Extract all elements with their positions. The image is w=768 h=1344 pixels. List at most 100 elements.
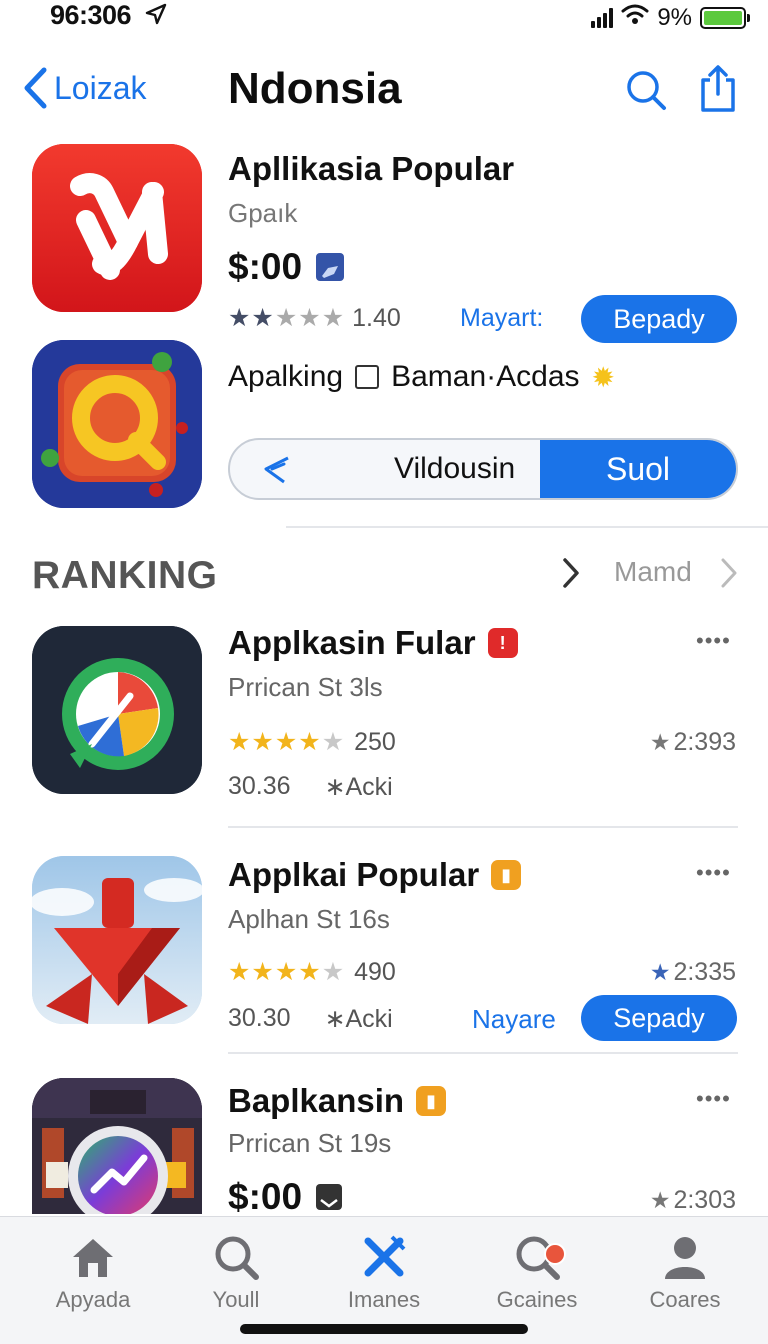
ranking-app-subtitle-2: Aplhan St 16s bbox=[228, 904, 390, 934]
tools-icon bbox=[364, 1235, 406, 1277]
featured-price-text: $:00 bbox=[228, 246, 303, 287]
featured-app-icon[interactable] bbox=[32, 144, 202, 312]
ranking-meta-left-2: 30.30 bbox=[228, 1004, 291, 1032]
divider bbox=[228, 826, 738, 828]
ranking-app-meta-2: 30.30 ∗Acki bbox=[228, 1004, 393, 1034]
ranking-app-title-text-1: Applkasin Fular bbox=[228, 624, 476, 661]
more-options-icon[interactable]: •••• bbox=[696, 628, 731, 654]
ranking-secondary-link-2[interactable]: Nayare bbox=[472, 1004, 556, 1035]
ranking-app-title-text-2: Applkai Popular bbox=[228, 856, 480, 893]
tab-label: Gcaines bbox=[496, 1287, 578, 1312]
ranking-score-value-2: 2:335 bbox=[673, 958, 736, 986]
status-indicators: 9% bbox=[591, 3, 750, 32]
tab-label: Imanes bbox=[347, 1287, 421, 1312]
checkbox[interactable] bbox=[355, 365, 380, 389]
chevron-left-icon bbox=[24, 67, 47, 109]
featured-get-button[interactable]: Bepady bbox=[581, 295, 737, 343]
star-filled-icon: ★ bbox=[228, 304, 251, 332]
star-empty-icon: ★ bbox=[321, 958, 345, 986]
star-filled-icon: ★ bbox=[251, 958, 274, 986]
star-filled-icon: ★ bbox=[298, 728, 321, 756]
search-button[interactable] bbox=[624, 68, 668, 117]
star-empty-icon: ★ bbox=[321, 728, 345, 756]
tab-label: Apyada bbox=[55, 1287, 131, 1312]
chevron-right-light-icon bbox=[718, 556, 740, 595]
tab-youll[interactable]: Youll bbox=[171, 1233, 301, 1313]
star-filled-icon: ★ bbox=[228, 958, 251, 986]
status-time: 96:306 bbox=[50, 0, 168, 33]
back-button[interactable]: Loizak bbox=[22, 66, 147, 110]
ranking-app-title-text-3: Baplkansin bbox=[228, 1082, 405, 1119]
divider bbox=[286, 526, 768, 528]
cellular-signal-icon bbox=[591, 7, 614, 28]
star-filled-icon: ★ bbox=[251, 304, 274, 332]
ranking-get-button-2[interactable]: Sepady bbox=[581, 995, 737, 1041]
tab-imanes[interactable]: Imanes bbox=[319, 1233, 449, 1313]
star-filled-icon: ★ bbox=[298, 958, 321, 986]
star-filled-icon: ★ bbox=[228, 728, 251, 756]
featured-meta-text-2: Baman·Acdas bbox=[391, 360, 580, 393]
ranking-app-title-1[interactable]: Applkasin Fular ! bbox=[228, 624, 518, 662]
featured-secondary-link[interactable]: Mayart: bbox=[460, 304, 543, 333]
star-filled-icon: ★ bbox=[251, 728, 274, 756]
navigation-bar: Loizak Ndonsia bbox=[0, 60, 768, 124]
featured-app-title[interactable]: Apllikasia Popular bbox=[228, 150, 514, 188]
ranking-score-value-1: 2:393 bbox=[673, 728, 736, 756]
tab-label: Youll bbox=[212, 1287, 260, 1312]
ranking-app-meta-1: 30.36 ∗Acki bbox=[228, 772, 393, 802]
tab-label: Coares bbox=[649, 1287, 721, 1312]
section-title: RANKING bbox=[32, 554, 218, 597]
ranking-app-title-3[interactable]: Baplkansin ▮ bbox=[228, 1082, 447, 1120]
ranking-app-price-3: $:00 bbox=[228, 1176, 343, 1218]
search-icon bbox=[627, 71, 666, 110]
segment-right[interactable]: Suol bbox=[540, 440, 736, 498]
star-icon: ★ bbox=[649, 959, 671, 985]
verified-badge-icon bbox=[316, 253, 345, 281]
wifi-icon bbox=[621, 3, 649, 32]
alert-badge-icon: ! bbox=[487, 628, 518, 658]
tab-gcaines[interactable]: Gcaines bbox=[472, 1233, 602, 1313]
ranking-meta-right-2: ∗Acki bbox=[324, 1005, 393, 1033]
magnifier-game-icon bbox=[32, 340, 202, 508]
secondary-app-icon[interactable] bbox=[32, 340, 202, 508]
tab-apyada[interactable]: Apyada bbox=[28, 1233, 158, 1313]
ranking-score-2: ★ 2:335 bbox=[650, 958, 736, 987]
share-icon bbox=[701, 65, 735, 112]
section-more-link[interactable]: Mamd bbox=[614, 556, 692, 588]
ranking-app-icon-2[interactable] bbox=[32, 856, 202, 1024]
chart-app-icon bbox=[32, 1078, 202, 1214]
house-icon bbox=[73, 1239, 113, 1277]
red-arrow-icon bbox=[32, 856, 202, 1024]
segment-left[interactable]: Vildousin bbox=[230, 440, 540, 498]
shield-badge-icon: ▮ bbox=[491, 860, 522, 890]
star-empty-icon: ★ bbox=[321, 304, 345, 332]
more-options-icon[interactable]: •••• bbox=[696, 860, 731, 886]
n-logo-icon bbox=[32, 144, 202, 312]
ranking-meta-right-1: ∗Acki bbox=[324, 773, 393, 801]
page-title: Ndonsia bbox=[228, 64, 402, 113]
star-icon: ★ bbox=[649, 1187, 671, 1213]
more-options-icon[interactable]: •••• bbox=[696, 1086, 731, 1112]
star-filled-icon: ★ bbox=[274, 728, 298, 756]
share-button[interactable] bbox=[698, 64, 738, 119]
person-icon bbox=[665, 1237, 705, 1279]
arrow-left-icon bbox=[264, 456, 289, 484]
ranking-app-icon-1[interactable] bbox=[32, 626, 202, 794]
sun-badge-icon: ✹ bbox=[591, 361, 615, 393]
location-arrow-icon bbox=[144, 2, 168, 33]
section-next-button[interactable] bbox=[560, 556, 582, 595]
ranking-app-title-2[interactable]: Applkai Popular ▮ bbox=[228, 856, 522, 894]
back-button-label: Loizak bbox=[54, 69, 147, 106]
ranking-app-rating-1: ★ ★ ★ ★ ★ 250 bbox=[228, 728, 396, 757]
chevron-right-icon bbox=[563, 558, 579, 588]
segment-left-label: Vildousin bbox=[394, 452, 516, 485]
ranking-app-icon-3[interactable] bbox=[32, 1078, 202, 1214]
ranking-score-1: ★ 2:393 bbox=[650, 728, 736, 757]
tab-coares[interactable]: Coares bbox=[620, 1233, 750, 1313]
ranking-rating-value-1: 250 bbox=[354, 728, 396, 756]
battery-level-fill bbox=[704, 10, 742, 25]
battery-percent: 9% bbox=[657, 3, 692, 31]
home-indicator[interactable] bbox=[240, 1324, 528, 1334]
segmented-control: Vildousin Suol bbox=[228, 438, 738, 500]
ranking-score-3: ★ 2:303 bbox=[650, 1186, 736, 1215]
